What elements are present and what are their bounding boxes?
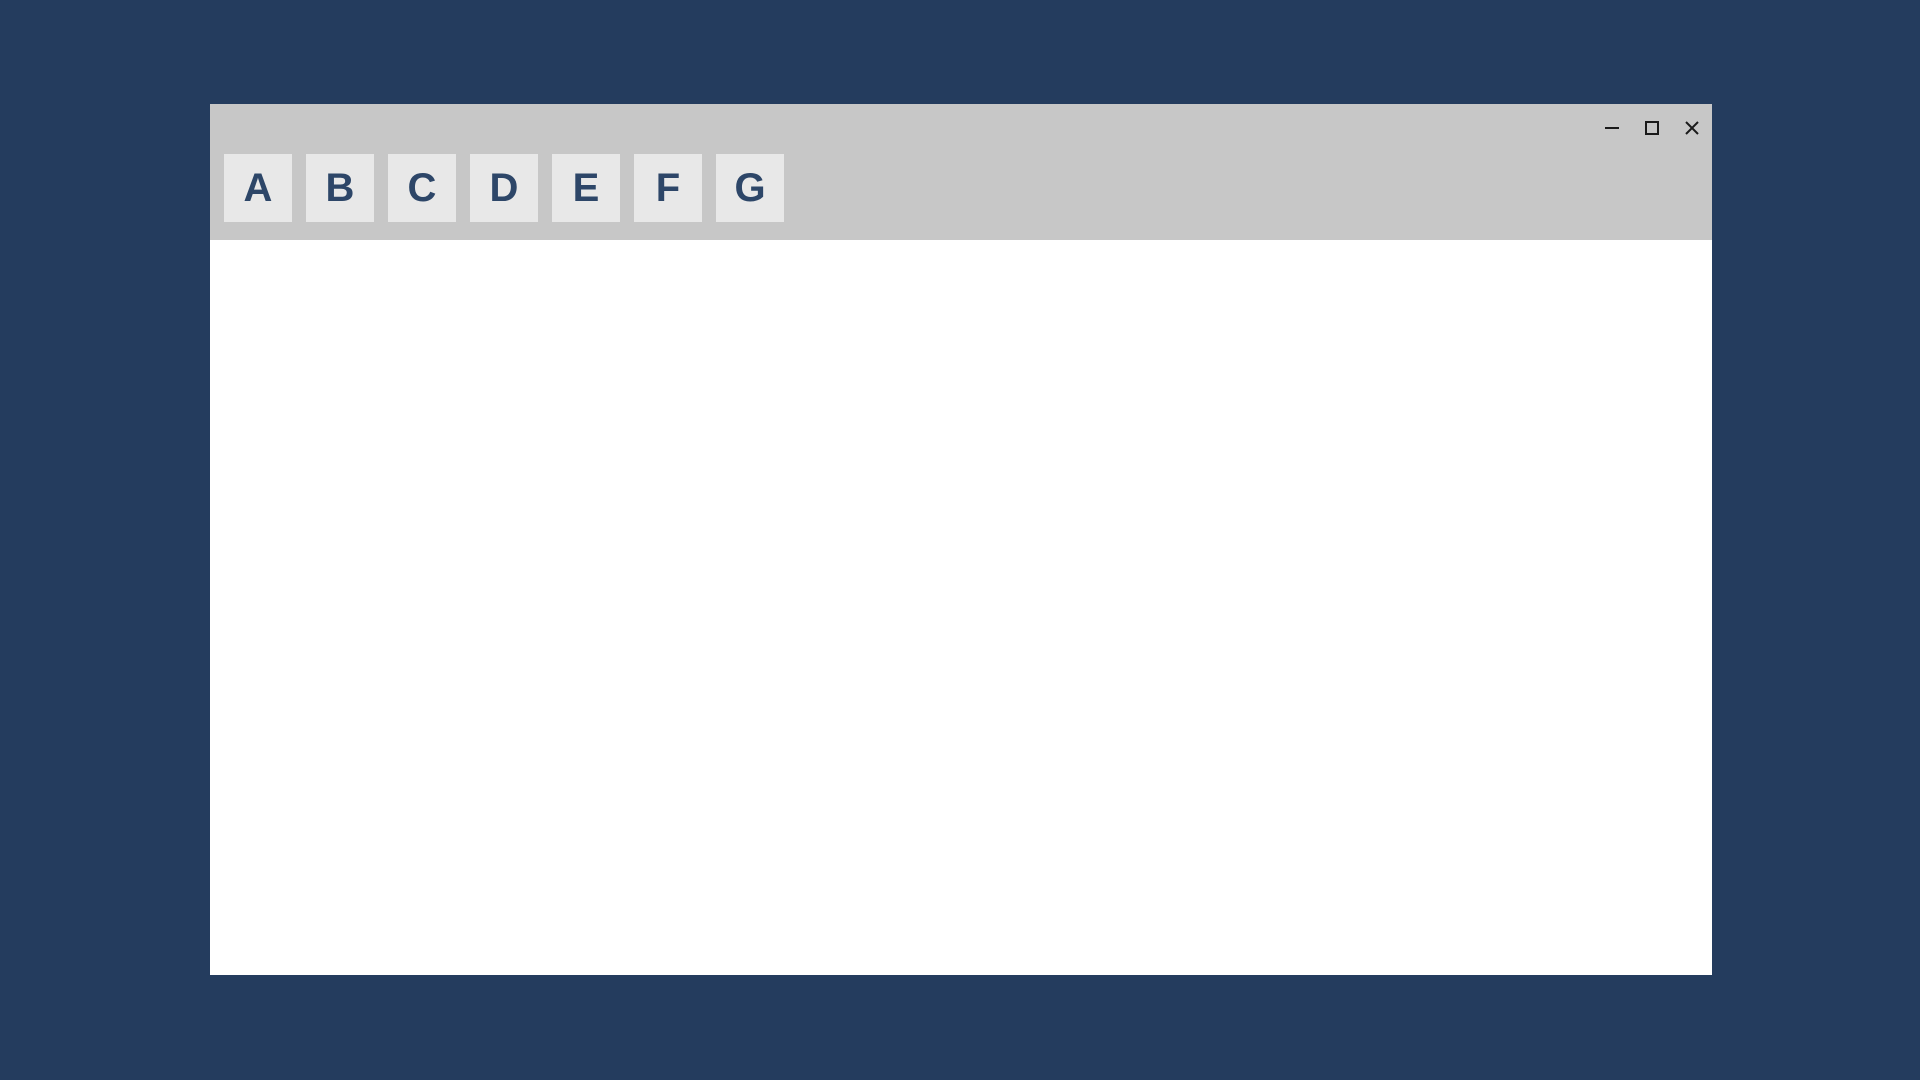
toolbar-button-e[interactable]: E: [552, 154, 620, 222]
minimize-button[interactable]: [1600, 116, 1624, 140]
toolbar-button-b[interactable]: B: [306, 154, 374, 222]
toolbar-button-g[interactable]: G: [716, 154, 784, 222]
close-icon: [1683, 119, 1701, 137]
titlebar: A B C D E F G: [210, 104, 1712, 240]
app-window: A B C D E F G: [210, 104, 1712, 975]
minimize-icon: [1603, 119, 1621, 137]
toolbar-button-c[interactable]: C: [388, 154, 456, 222]
maximize-icon: [1644, 120, 1660, 136]
close-button[interactable]: [1680, 116, 1704, 140]
window-controls: [1600, 116, 1704, 140]
toolbar-button-f[interactable]: F: [634, 154, 702, 222]
toolbar-button-d[interactable]: D: [470, 154, 538, 222]
content-area: [210, 240, 1712, 975]
maximize-button[interactable]: [1640, 116, 1664, 140]
toolbar-button-a[interactable]: A: [224, 154, 292, 222]
toolbar: A B C D E F G: [224, 154, 784, 222]
